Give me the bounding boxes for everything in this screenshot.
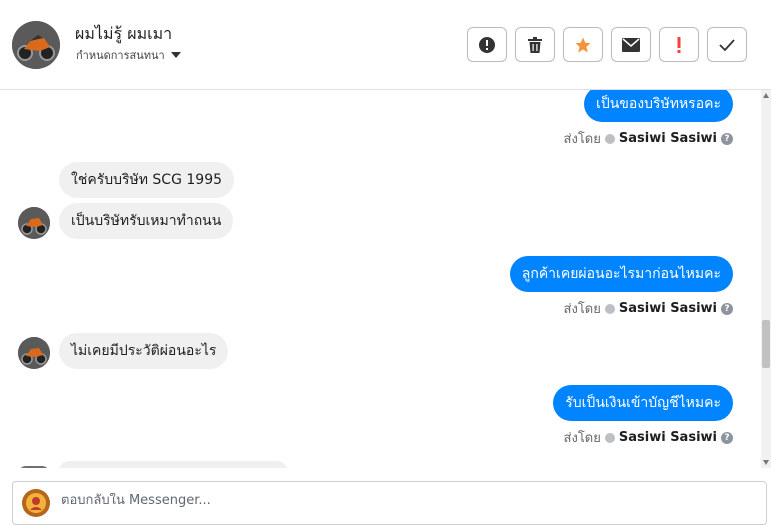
star-icon	[575, 37, 591, 52]
mark-done-button[interactable]	[707, 27, 747, 62]
scrollbar-thumb[interactable]	[762, 320, 770, 368]
sender-name: Sasiwi Sasiwi	[618, 430, 717, 445]
scroll-up-arrow-icon[interactable]	[763, 93, 769, 98]
thread-scrollbar[interactable]	[761, 90, 771, 468]
sent-by-info: ส่งโดย Sasiwi Sasiwi ?	[564, 427, 733, 448]
help-icon[interactable]: ?	[721, 132, 733, 145]
action-toolbar	[467, 27, 747, 62]
contact-avatar[interactable]	[12, 21, 60, 69]
caret-down-icon	[170, 52, 181, 58]
contact-mini-avatar	[18, 337, 50, 369]
outgoing-message[interactable]: เป็นของบริษัทหรอคะ	[584, 90, 733, 122]
sent-by-label: ส่งโดย	[563, 132, 601, 147]
star-button[interactable]	[563, 27, 603, 62]
exclamation-circle-icon	[479, 36, 495, 53]
outgoing-message[interactable]: ลูกค้าเคยผ่อนอะไรมาก่อนไหมคะ	[509, 256, 733, 292]
conversation-options-label: กำหนดการสนทนา	[76, 49, 165, 62]
incoming-message[interactable]: ไม่เคยมีประวัติผ่อนอะไร	[59, 333, 229, 369]
incoming-message-partial	[59, 461, 287, 468]
page-avatar	[22, 489, 50, 517]
sender-name: Sasiwi Sasiwi	[618, 301, 717, 316]
incoming-message[interactable]: ใช่ครับบริษัท SCG 1995	[59, 162, 235, 198]
outgoing-message[interactable]: รับเป็นเงินเข้าบัญชีไหมคะ	[553, 385, 733, 421]
exclamation-mark-icon	[677, 36, 681, 53]
sent-by-info: ส่งโดย Sasiwi Sasiwi ?	[564, 298, 733, 319]
follow-up-button[interactable]	[659, 27, 699, 62]
sent-by-label: ส่งโดย	[563, 431, 601, 446]
contact-mini-avatar	[18, 207, 50, 239]
mark-unread-button[interactable]	[611, 27, 651, 62]
conversation-options-dropdown[interactable]: กำหนดการสนทนา	[76, 46, 181, 64]
message-thread[interactable]: เป็นของบริษัทหรอคะ ส่งโดย Sasiwi Sasiwi …	[0, 90, 771, 468]
sent-check-icon	[604, 432, 615, 443]
envelope-icon	[622, 37, 640, 52]
check-icon	[719, 38, 735, 51]
report-spam-button[interactable]	[467, 27, 507, 62]
sent-by-label: ส่งโดย	[563, 302, 601, 317]
incoming-message[interactable]: เป็นบริษัทรับเหมาทำถนน	[59, 203, 234, 239]
conversation-header: ผมไม่รู้ ผมเมา กำหนดการสนทนา	[0, 0, 771, 90]
scroll-down-arrow-icon[interactable]	[763, 460, 769, 465]
sent-check-icon	[604, 133, 615, 144]
trash-icon	[528, 36, 542, 53]
help-icon[interactable]: ?	[721, 302, 733, 315]
sender-name: Sasiwi Sasiwi	[618, 131, 717, 146]
help-icon[interactable]: ?	[721, 431, 733, 444]
contact-mini-avatar	[18, 466, 50, 468]
contact-name: ผมไม่รู้ ผมเมา	[75, 24, 173, 43]
sent-by-info: ส่งโดย Sasiwi Sasiwi ?	[564, 128, 733, 149]
sent-check-icon	[604, 303, 615, 314]
delete-button[interactable]	[515, 27, 555, 62]
reply-input[interactable]	[61, 493, 661, 508]
reply-composer	[12, 481, 767, 525]
